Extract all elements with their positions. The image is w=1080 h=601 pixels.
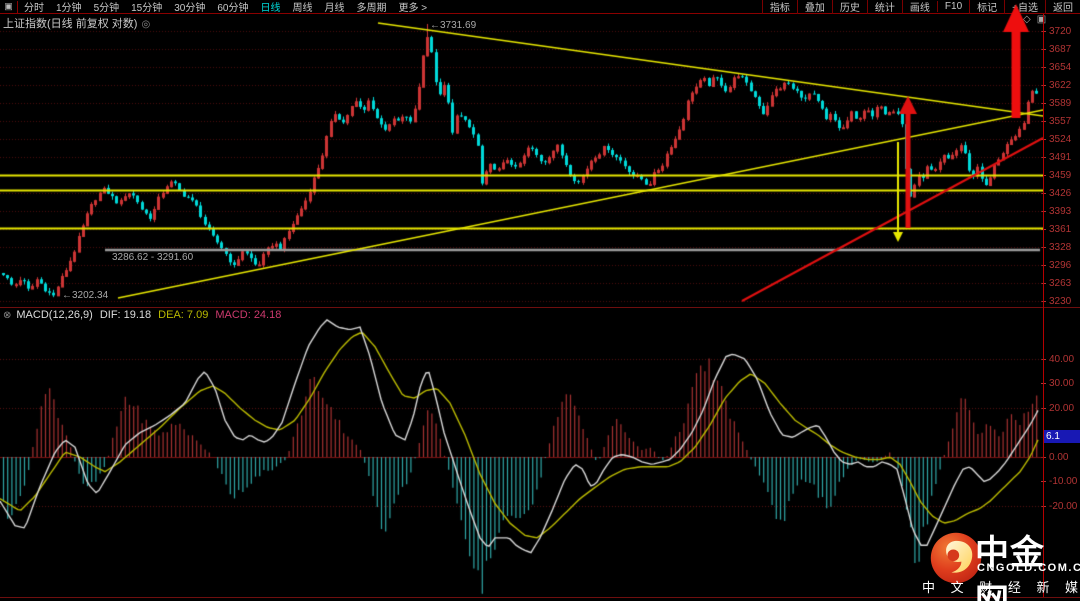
- low-price-annotation: ←3202.34: [62, 290, 109, 301]
- main-y-axis-label: 3230: [1041, 295, 1080, 307]
- main-y-axis-label: 3687: [1041, 43, 1080, 55]
- toolbar-tool-item-8[interactable]: 返回: [1045, 0, 1080, 14]
- main-y-axis-label: 3459: [1041, 169, 1080, 181]
- macd-y-axis-label: -10.00: [1041, 476, 1080, 488]
- main-y-axis-label: 3426: [1041, 187, 1080, 199]
- main-y-axis-label: 3263: [1041, 277, 1080, 289]
- main-y-axis-label: 3524: [1041, 133, 1080, 145]
- high-price-annotation: ←3731.69: [430, 20, 477, 31]
- price-axis-line: [1043, 14, 1044, 597]
- main-y-axis-label: 3491: [1041, 151, 1080, 163]
- main-y-axis-label: 3296: [1041, 259, 1080, 271]
- macd-y-axis-label: -20.00: [1041, 500, 1080, 512]
- main-y-axis-label: 3328: [1041, 241, 1080, 253]
- macd-y-axis-label: 20.00: [1041, 402, 1080, 414]
- cngold-watermark-logo: 中金网 CNGOLD.COM.CN 中 文 财 经 新 媒 体: [918, 524, 1080, 601]
- current-value-badge: 6.1: [1044, 430, 1080, 443]
- trading-app-window: ▣ 分时1分钟5分钟15分钟30分钟60分钟日线周线月线多周期更多 > 指标叠加…: [0, 0, 1080, 601]
- macd-y-axis-label: 0.00: [1041, 451, 1080, 463]
- main-y-axis-label: 3720: [1041, 25, 1080, 37]
- main-y-axis-label: 3622: [1041, 79, 1080, 91]
- main-y-axis-label: 3361: [1041, 223, 1080, 235]
- main-y-axis-label: 3393: [1041, 205, 1080, 217]
- price-macd-chart-canvas[interactable]: [0, 0, 1043, 601]
- main-y-axis-label: 3654: [1041, 61, 1080, 73]
- macd-y-axis-label: 30.00: [1041, 378, 1080, 390]
- main-y-axis-label: 3589: [1041, 97, 1080, 109]
- logo-domain-text: CNGOLD.COM.CN: [977, 562, 1080, 574]
- gap-range-annotation: 3286.62 - 3291.60: [112, 252, 194, 263]
- macd-y-axis-label: 40.00: [1041, 353, 1080, 365]
- logo-tagline-text: 中 文 财 经 新 媒 体: [922, 580, 1080, 595]
- main-y-axis-label: 3557: [1041, 115, 1080, 127]
